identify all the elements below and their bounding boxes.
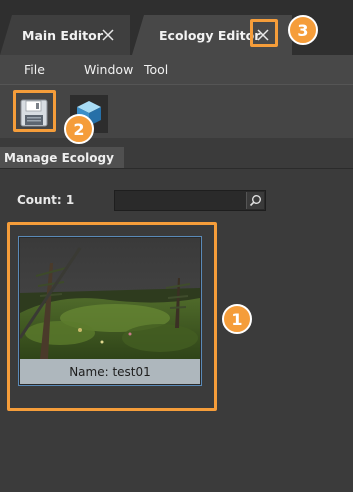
callout-badge-1: 1 [222, 304, 252, 334]
callout-badge-3: 3 [288, 15, 318, 45]
tab-main-editor[interactable]: Main Editor [0, 15, 130, 55]
menu-tool[interactable]: Tool [144, 62, 168, 77]
menu-file[interactable]: File [24, 62, 45, 77]
section-divider [0, 168, 353, 169]
search-button[interactable] [246, 192, 264, 209]
tab-label: Ecology Editor [159, 27, 261, 43]
close-icon[interactable] [99, 26, 117, 44]
callout-highlight-save [13, 90, 56, 132]
magnifier-icon [249, 195, 261, 207]
section-title: Manage Ecology [0, 147, 124, 169]
menu-window[interactable]: Window [84, 62, 133, 77]
search-input[interactable] [114, 190, 266, 211]
menu-bar: File Window Tool [0, 55, 353, 84]
tab-label: Main Editor [22, 27, 103, 43]
count-label: Count: 1 [17, 193, 75, 207]
callout-highlight-ecology-card [7, 222, 217, 411]
callout-badge-2: 2 [64, 114, 94, 144]
callout-highlight-close-tab [250, 19, 278, 47]
